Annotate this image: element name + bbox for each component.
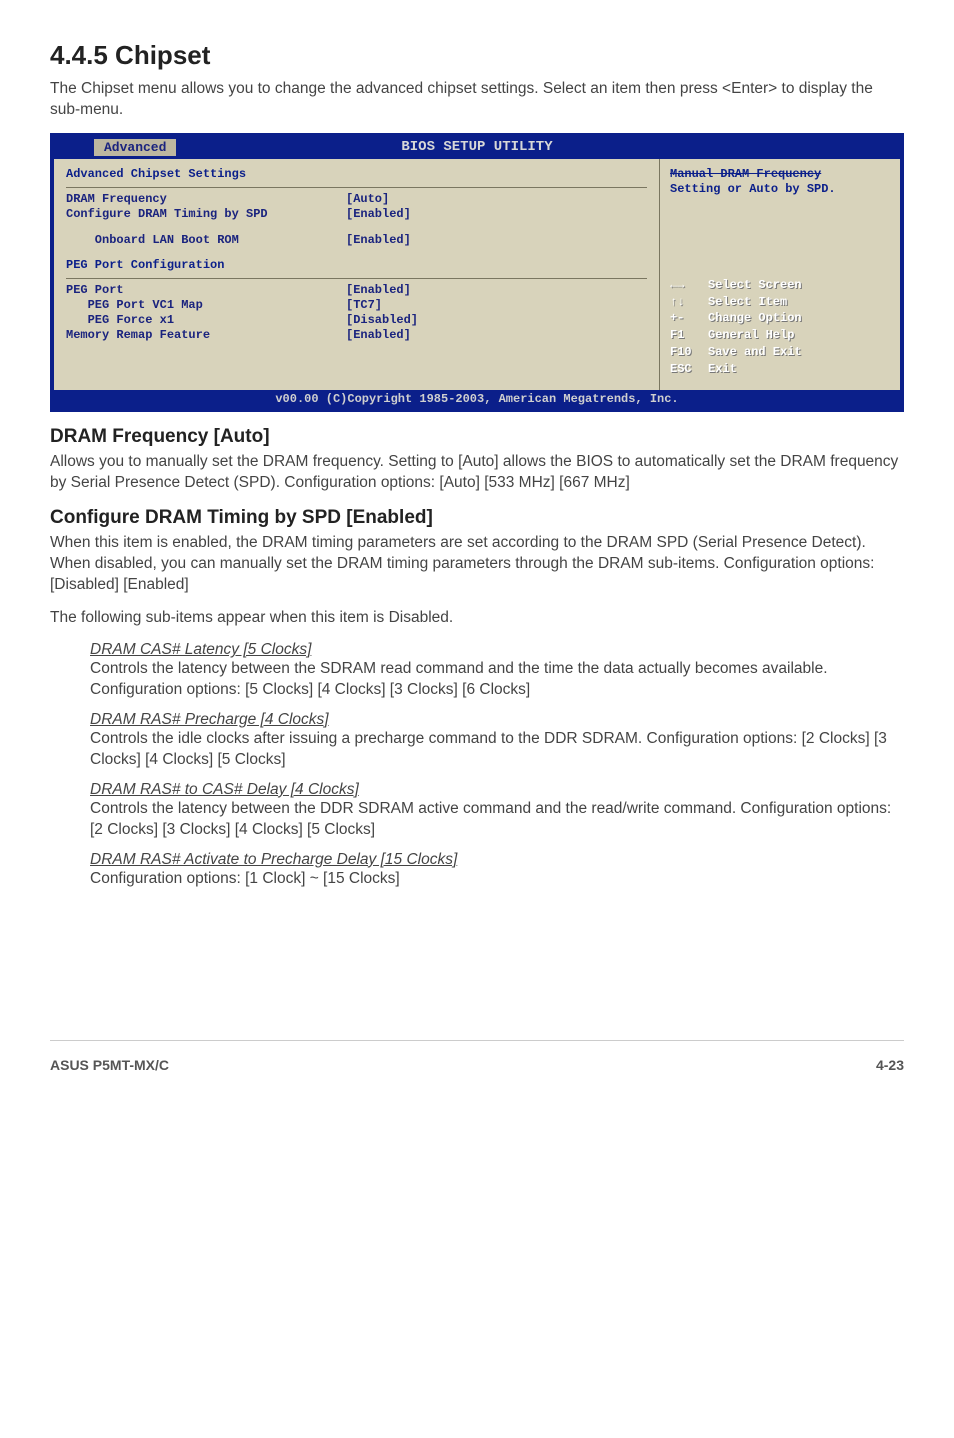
bios-item-value: [Enabled] xyxy=(346,328,647,342)
bios-titlebar: Advanced BIOS SETUP UTILITY xyxy=(54,137,900,159)
sub-item-label: DRAM RAS# to CAS# Delay [4 Clocks] xyxy=(90,781,904,799)
bios-left-panel: Advanced Chipset Settings DRAM Frequency… xyxy=(54,159,660,390)
bios-row: Onboard LAN Boot ROM [Enabled] xyxy=(66,233,647,247)
bios-item-label: PEG Port VC1 Map xyxy=(66,298,346,312)
bios-item-label: Configure DRAM Timing by SPD xyxy=(66,207,346,221)
bios-nav-text: General Help xyxy=(708,328,794,342)
bios-nav-text: Select Screen xyxy=(708,278,802,292)
bios-item-value: [Auto] xyxy=(346,192,647,206)
bios-nav-text: Select Item xyxy=(708,295,787,309)
bios-nav-key: F10 xyxy=(670,344,708,361)
bios-nav-text: Change Option xyxy=(708,311,802,325)
sub-item-label: DRAM CAS# Latency [5 Clocks] xyxy=(90,641,904,659)
sub-item-desc: Configuration options: [1 Clock] ~ [15 C… xyxy=(90,869,904,890)
bios-tab-advanced: Advanced xyxy=(94,139,176,156)
bios-nav-text: Exit xyxy=(708,362,737,376)
field-heading: Configure DRAM Timing by SPD [Enabled] xyxy=(50,507,904,529)
bios-row: PEG Port [Enabled] xyxy=(66,283,647,297)
bios-nav-text: Save and Exit xyxy=(708,345,802,359)
bios-row: PEG Force x1 [Disabled] xyxy=(66,313,647,327)
section-intro: The Chipset menu allows you to change th… xyxy=(50,79,904,121)
bios-panel-heading: Advanced Chipset Settings xyxy=(66,167,647,181)
bios-item-label: PEG Port xyxy=(66,283,346,297)
bios-item-label: DRAM Frequency xyxy=(66,192,346,206)
field-description: Allows you to manually set the DRAM freq… xyxy=(50,452,904,494)
bios-item-label: Onboard LAN Boot ROM xyxy=(66,233,346,247)
sub-item-opts: Configuration options: [5 Clocks] [4 Clo… xyxy=(90,680,904,701)
sub-item-desc: Controls the latency between the DDR SDR… xyxy=(90,799,904,841)
sub-item: DRAM CAS# Latency [5 Clocks] Controls th… xyxy=(90,641,904,701)
sub-item-desc: Controls the idle clocks after issuing a… xyxy=(90,729,904,771)
section-heading: 4.4.5 Chipset xyxy=(50,40,904,71)
sub-item: DRAM RAS# Activate to Precharge Delay [1… xyxy=(90,851,904,890)
bios-item-value: [Enabled] xyxy=(346,283,647,297)
sub-item-label: DRAM RAS# Precharge [4 Clocks] xyxy=(90,711,904,729)
bios-item-value: [Enabled] xyxy=(346,233,647,247)
bios-title: BIOS SETUP UTILITY xyxy=(401,139,552,155)
bios-nav-key: ↑↓ xyxy=(670,294,708,311)
bios-item-label: Memory Remap Feature xyxy=(66,328,346,342)
bios-nav-legend: ←→Select Screen ↑↓Select Item +-Change O… xyxy=(670,277,890,378)
bios-row: DRAM Frequency [Auto] xyxy=(66,192,647,206)
bios-help-line: Manual DRAM Frequency xyxy=(670,167,890,183)
bios-row: Memory Remap Feature [Enabled] xyxy=(66,328,647,342)
bios-item-value: [Disabled] xyxy=(346,313,647,327)
sub-item-desc: Controls the latency between the SDRAM r… xyxy=(90,659,904,680)
sub-item: DRAM RAS# Precharge [4 Clocks] Controls … xyxy=(90,711,904,771)
bios-nav-key: +- xyxy=(670,310,708,327)
sub-item: DRAM RAS# to CAS# Delay [4 Clocks] Contr… xyxy=(90,781,904,841)
bios-right-panel: Manual DRAM Frequency Setting or Auto by… xyxy=(660,159,900,390)
bios-nav-key: F1 xyxy=(670,327,708,344)
bios-item-value: [Enabled] xyxy=(346,207,647,221)
bios-row: PEG Port VC1 Map [TC7] xyxy=(66,298,647,312)
bios-nav-key: ←→ xyxy=(670,277,708,294)
sub-item-label: DRAM RAS# Activate to Precharge Delay [1… xyxy=(90,851,904,869)
field-description: When this item is enabled, the DRAM timi… xyxy=(50,533,904,596)
bios-copyright: v00.00 (C)Copyright 1985-2003, American … xyxy=(54,390,900,408)
bios-item-label: PEG Force x1 xyxy=(66,313,346,327)
field-note: The following sub-items appear when this… xyxy=(50,608,904,629)
footer-right: 4-23 xyxy=(876,1057,904,1073)
bios-nav-key: ESC xyxy=(670,361,708,378)
bios-row: Configure DRAM Timing by SPD [Enabled] xyxy=(66,207,647,221)
bios-screenshot: Advanced BIOS SETUP UTILITY Advanced Chi… xyxy=(50,133,904,412)
page-footer: ASUS P5MT-MX/C 4-23 xyxy=(50,1040,904,1073)
bios-item-value: [TC7] xyxy=(346,298,647,312)
bios-help-line: Setting or Auto by SPD. xyxy=(670,182,890,198)
footer-left: ASUS P5MT-MX/C xyxy=(50,1057,169,1073)
field-heading: DRAM Frequency [Auto] xyxy=(50,426,904,448)
bios-group-heading: PEG Port Configuration xyxy=(66,258,647,272)
